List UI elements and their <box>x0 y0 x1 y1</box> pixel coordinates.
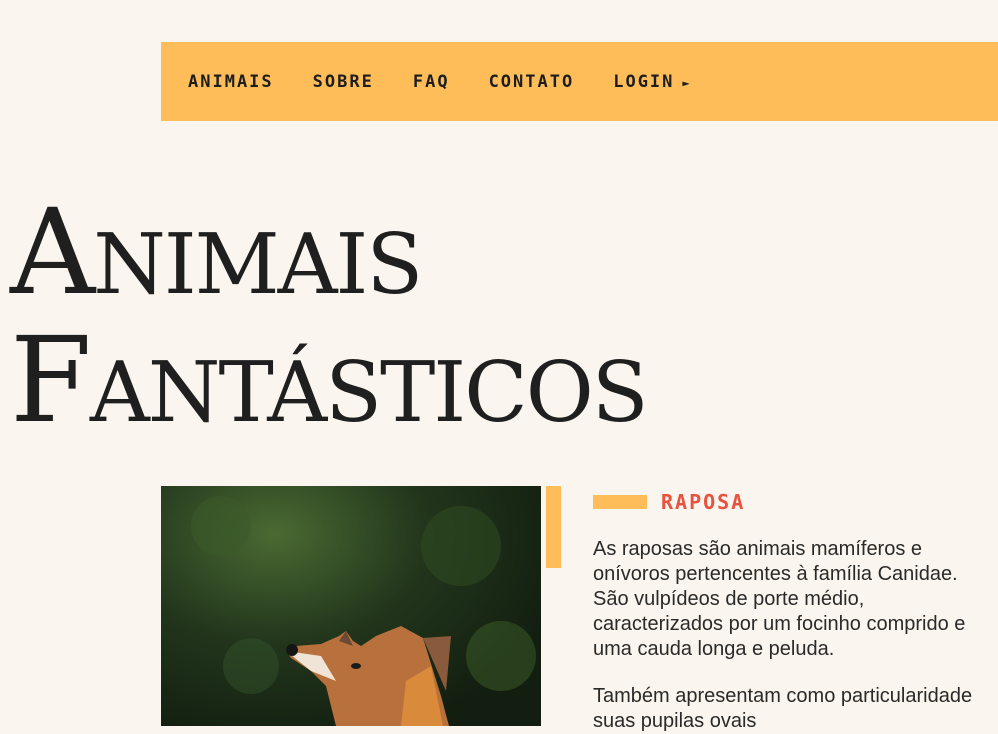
nav-link-sobre[interactable]: SOBRE <box>313 72 374 92</box>
animal-description: As raposas são animais mamíferos e onívo… <box>593 538 966 660</box>
animal-description-2: Também apresentam como particularidade s… <box>593 685 973 732</box>
animal-title: RAPOSA <box>661 490 746 514</box>
page-title: Animais Fantásticos <box>10 183 649 449</box>
page-title-line-1: Animais <box>10 183 423 321</box>
nav-link-login[interactable]: LOGIN ► <box>613 72 689 92</box>
accent-bar <box>546 486 561 568</box>
animal-heading: RAPOSA <box>593 490 745 514</box>
nav-link-animais[interactable]: ANIMAIS <box>188 72 274 92</box>
nav-link-contato[interactable]: CONTATO <box>489 72 575 92</box>
page-title-line-2: Fantásticos <box>10 311 649 449</box>
play-arrow-icon: ► <box>682 75 690 90</box>
fox-photo <box>161 486 541 726</box>
fox-illustration <box>191 496 536 726</box>
top-navbar: ANIMAIS SOBRE FAQ CONTATO LOGIN ► <box>161 42 998 121</box>
nav-link-faq[interactable]: FAQ <box>413 72 450 92</box>
heading-line-decoration <box>593 495 647 509</box>
login-label: LOGIN <box>613 71 675 92</box>
